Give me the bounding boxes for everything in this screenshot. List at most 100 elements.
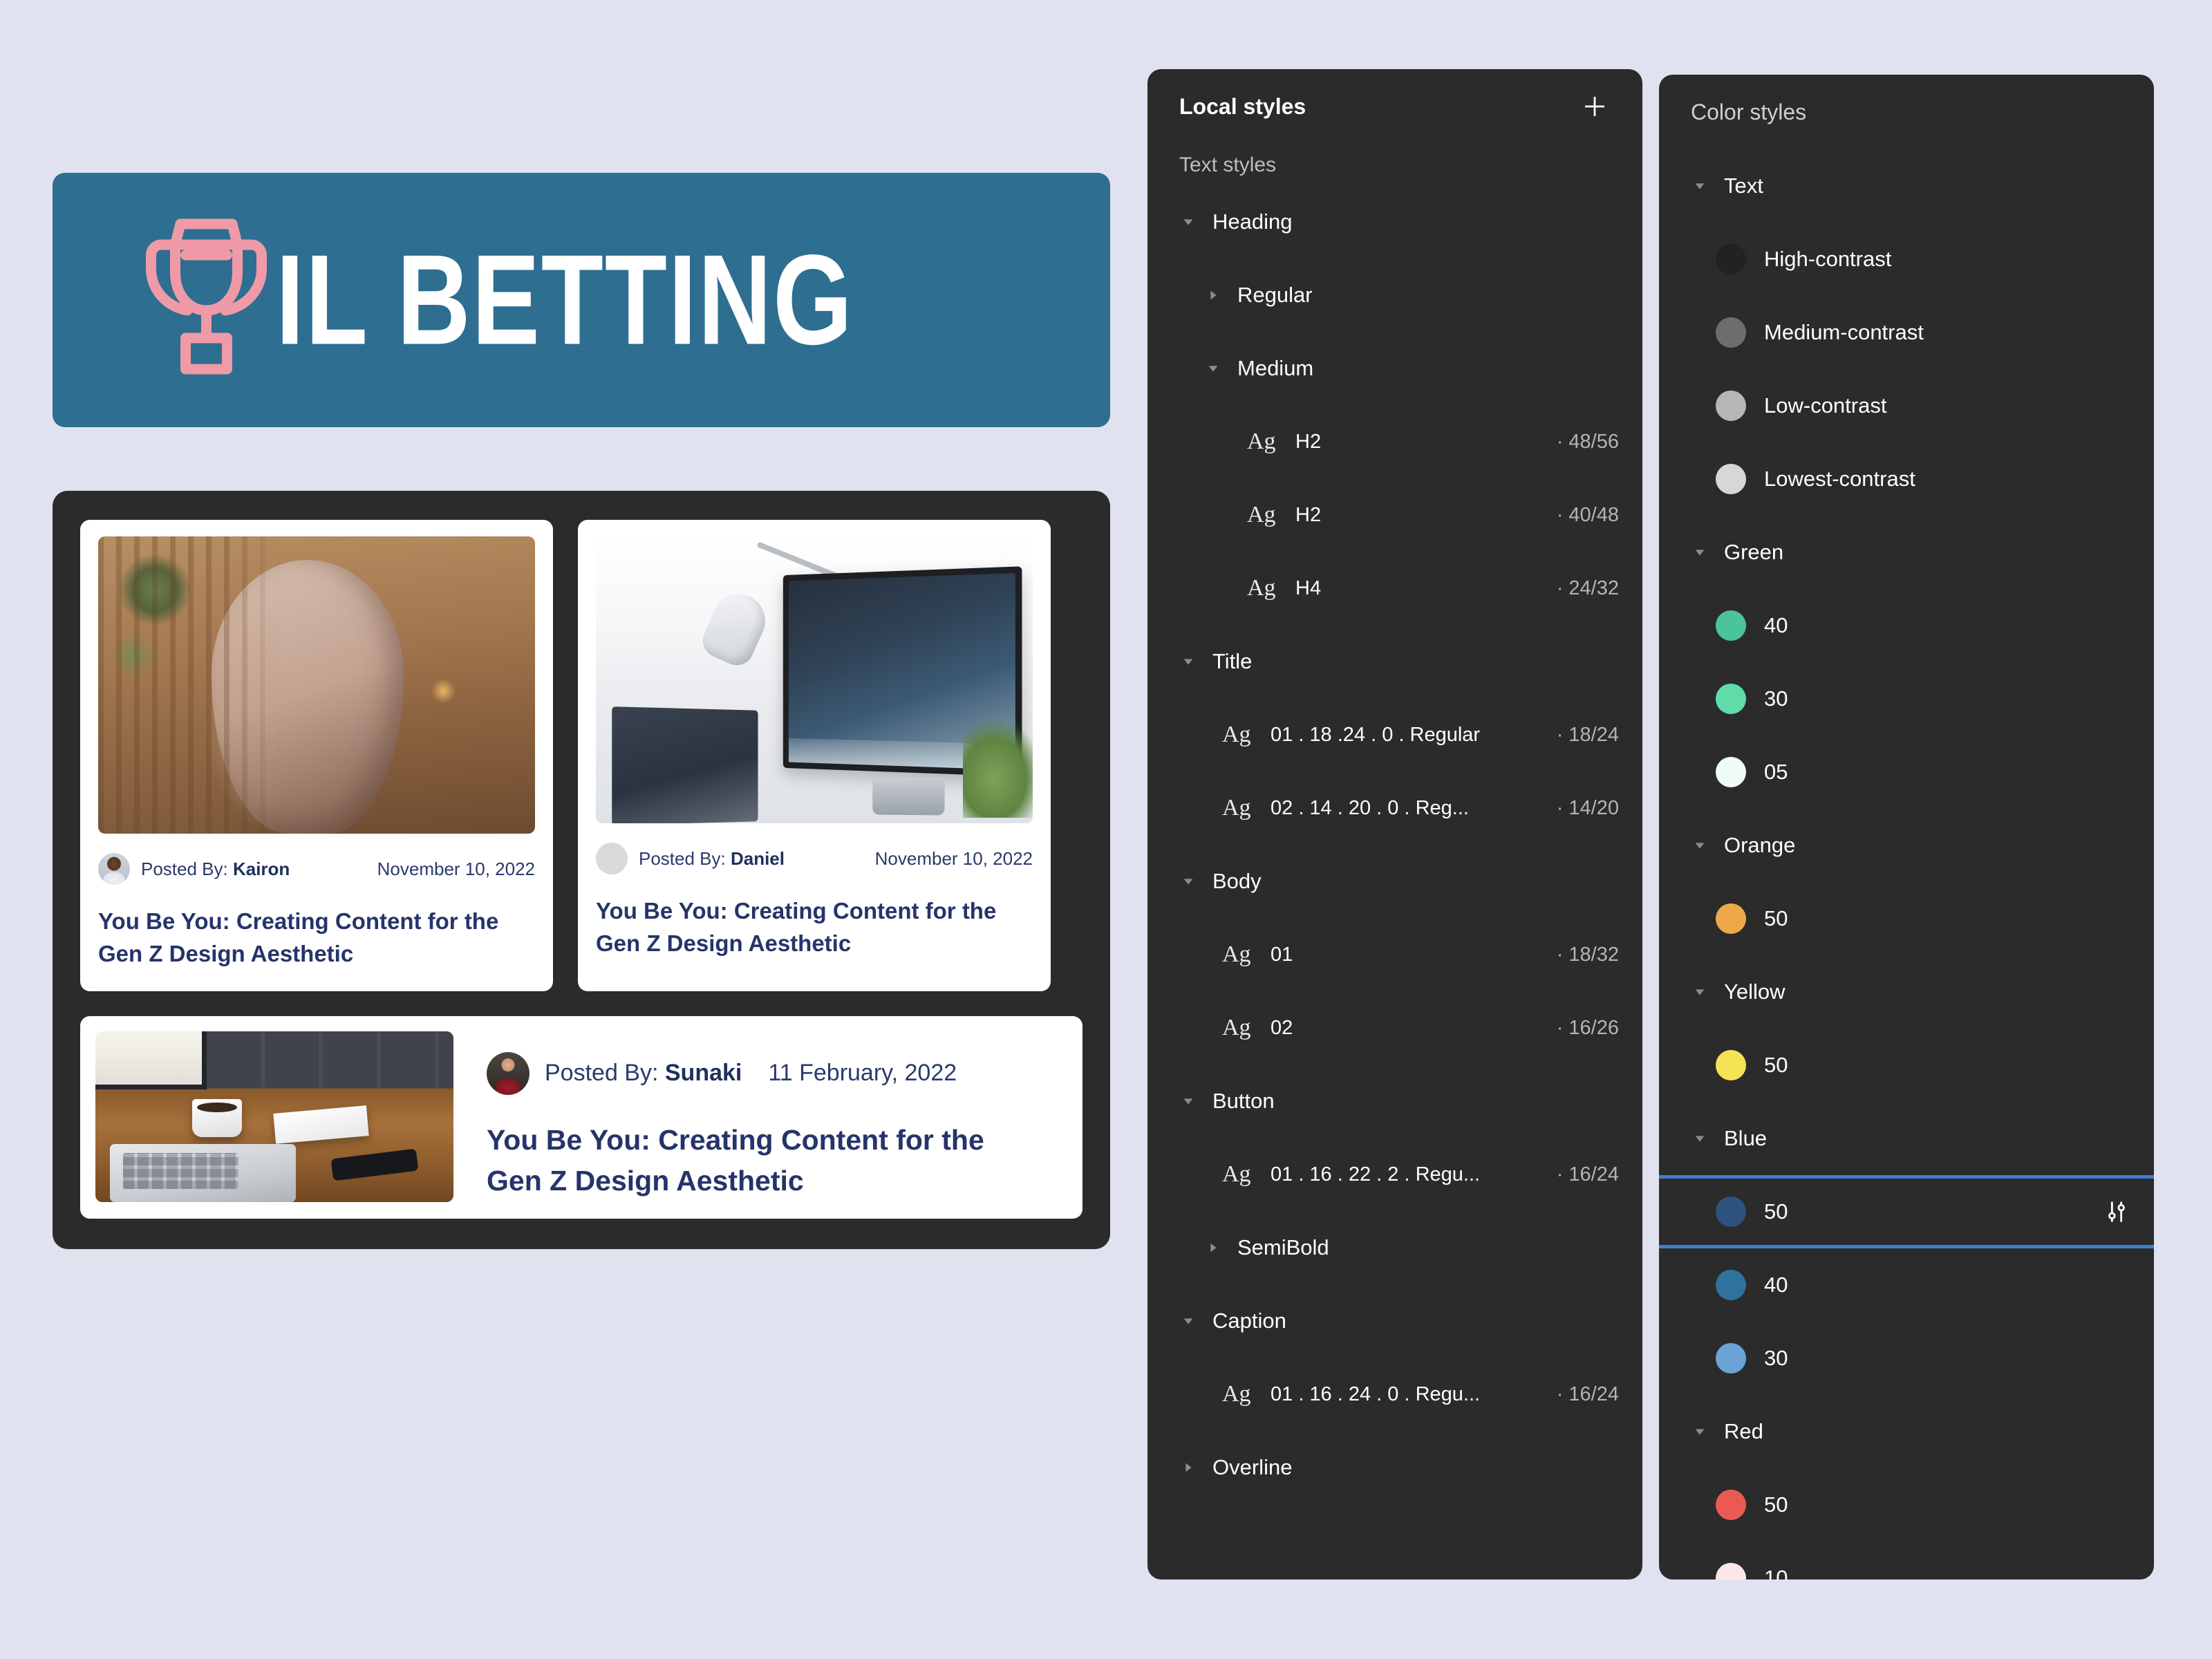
color-style-item[interactable]: 40 bbox=[1659, 589, 2154, 662]
text-style-size: · 40/48 bbox=[1556, 503, 1619, 526]
style-group-heading[interactable]: Heading bbox=[1147, 185, 1642, 259]
chevron-right-icon[interactable] bbox=[1204, 1239, 1222, 1257]
chevron-down-icon[interactable] bbox=[1179, 653, 1197, 671]
type-specimen: Ag bbox=[1247, 429, 1276, 454]
style-group-caption[interactable]: Caption bbox=[1147, 1284, 1642, 1358]
chevron-down-icon[interactable] bbox=[1691, 543, 1709, 561]
text-style-item[interactable]: Ag 02 . 14 . 20 . 0 . Reg... · 14/20 bbox=[1147, 771, 1642, 845]
blog-card-wide[interactable]: Posted By: Sunaki 11 February, 2022 You … bbox=[80, 1015, 1082, 1219]
color-style-label: 50 bbox=[1764, 1492, 1788, 1517]
blog-card[interactable]: Posted By: Daniel November 10, 2022 You … bbox=[578, 520, 1051, 991]
color-group-yellow[interactable]: Yellow bbox=[1659, 955, 2154, 1029]
style-group-title[interactable]: Title bbox=[1147, 625, 1642, 698]
style-group-semibold[interactable]: SemiBold bbox=[1147, 1211, 1642, 1284]
text-style-item[interactable]: Ag 02 · 16/26 bbox=[1147, 991, 1642, 1065]
color-style-item[interactable]: High-contrast bbox=[1659, 223, 2154, 296]
type-specimen: Ag bbox=[1247, 502, 1276, 527]
color-group-orange[interactable]: Orange bbox=[1659, 809, 2154, 882]
avatar bbox=[596, 843, 628, 874]
card-title[interactable]: You Be You: Creating Content for the Gen… bbox=[98, 906, 535, 971]
text-style-name: 02 bbox=[1271, 1016, 1293, 1039]
type-specimen: Ag bbox=[1222, 941, 1251, 967]
color-group-text[interactable]: Text bbox=[1659, 149, 2154, 223]
text-style-name: H2 bbox=[1295, 430, 1322, 453]
color-swatch bbox=[1716, 1490, 1746, 1520]
color-style-item[interactable]: 40 bbox=[1659, 1248, 2154, 1322]
card-meta-row: Posted By: Sunaki 11 February, 2022 bbox=[487, 1051, 1066, 1095]
chevron-down-icon[interactable] bbox=[1691, 983, 1709, 1001]
color-style-label: 40 bbox=[1764, 613, 1788, 637]
color-style-item[interactable]: 50 bbox=[1659, 882, 2154, 955]
blog-cards-frame: Posted By: Kairon November 10, 2022 You … bbox=[53, 491, 1110, 1249]
plus-icon[interactable] bbox=[1579, 91, 1611, 122]
chevron-down-icon[interactable] bbox=[1204, 359, 1222, 377]
color-swatch bbox=[1716, 610, 1746, 641]
chevron-down-icon[interactable] bbox=[1691, 1423, 1709, 1441]
tune-sliders-icon[interactable] bbox=[2103, 1198, 2130, 1226]
chevron-down-icon[interactable] bbox=[1179, 872, 1197, 890]
color-style-item[interactable]: Lowest-contrast bbox=[1659, 442, 2154, 516]
style-group-regular[interactable]: Regular bbox=[1147, 259, 1642, 332]
color-group-label: Blue bbox=[1724, 1126, 1768, 1150]
logo-wordmark: IL BETTING bbox=[276, 228, 854, 372]
color-style-item[interactable]: 50 bbox=[1659, 1029, 2154, 1102]
style-group-medium[interactable]: Medium bbox=[1147, 332, 1642, 405]
style-group-label: SemiBold bbox=[1237, 1235, 1329, 1259]
author-name: Kairon bbox=[232, 858, 290, 879]
chevron-down-icon[interactable] bbox=[1691, 1130, 1709, 1147]
text-style-item[interactable]: Ag H2 · 48/56 bbox=[1147, 405, 1642, 478]
color-group-green[interactable]: Green bbox=[1659, 516, 2154, 589]
color-style-item[interactable]: 50 bbox=[1659, 1468, 2154, 1541]
chevron-down-icon[interactable] bbox=[1179, 1092, 1197, 1110]
chevron-down-icon[interactable] bbox=[1179, 1312, 1197, 1330]
color-group-label: Yellow bbox=[1724, 980, 1785, 1004]
color-group-blue[interactable]: Blue bbox=[1659, 1102, 2154, 1175]
chevron-right-icon[interactable] bbox=[1179, 1459, 1197, 1477]
photo-woman-hijab-icon bbox=[98, 536, 535, 834]
color-style-item[interactable]: 05 bbox=[1659, 735, 2154, 809]
text-styles-tree: Heading Regular Medium Ag H2 · 48/56 Ag H2 · 40/… bbox=[1147, 185, 1642, 1504]
card-thumbnail bbox=[596, 536, 1033, 823]
text-style-item[interactable]: Ag H4 · 24/32 bbox=[1147, 552, 1642, 625]
posted-by-label: Posted By: bbox=[141, 858, 228, 879]
type-specimen: Ag bbox=[1222, 1015, 1251, 1040]
style-group-overline[interactable]: Overline bbox=[1147, 1431, 1642, 1504]
text-style-item[interactable]: Ag 01 . 16 . 22 . 2 . Regu... · 16/24 bbox=[1147, 1138, 1642, 1211]
style-group-button[interactable]: Button bbox=[1147, 1065, 1642, 1138]
card-title[interactable]: You Be You: Creating Content for the Gen… bbox=[596, 895, 1033, 960]
type-specimen: Ag bbox=[1247, 575, 1276, 601]
color-style-label: 50 bbox=[1764, 1053, 1788, 1077]
color-style-item[interactable]: 30 bbox=[1659, 662, 2154, 735]
text-style-size: · 18/32 bbox=[1556, 943, 1619, 966]
chevron-down-icon[interactable] bbox=[1691, 836, 1709, 854]
color-styles-header: Color styles bbox=[1659, 75, 2154, 149]
card-title[interactable]: You Be You: Creating Content for the Gen… bbox=[487, 1120, 1047, 1202]
text-style-item[interactable]: Ag 01 . 16 . 24 . 0 . Regu... · 16/24 bbox=[1147, 1358, 1642, 1431]
color-group-red[interactable]: Red bbox=[1659, 1395, 2154, 1468]
color-style-item[interactable]: Medium-contrast bbox=[1659, 296, 2154, 369]
design-preview-column: IL BETTING Posted By: Kairon November 10… bbox=[53, 173, 1110, 1249]
text-style-size: · 14/20 bbox=[1556, 796, 1619, 819]
text-style-item[interactable]: Ag H2 · 40/48 bbox=[1147, 478, 1642, 552]
blog-card[interactable]: Posted By: Kairon November 10, 2022 You … bbox=[80, 520, 553, 991]
chevron-right-icon[interactable] bbox=[1204, 286, 1222, 304]
text-style-item[interactable]: Ag 01 · 18/32 bbox=[1147, 918, 1642, 991]
color-styles-tree: Text High-contrast Medium-contrast Low-cont… bbox=[1659, 149, 2154, 1580]
chevron-down-icon[interactable] bbox=[1179, 213, 1197, 231]
color-style-item-selected[interactable]: 50 bbox=[1659, 1175, 2154, 1248]
trophy-icon bbox=[146, 218, 267, 375]
photo-desk-coffee-icon bbox=[95, 1031, 453, 1202]
style-group-label: Caption bbox=[1212, 1309, 1286, 1333]
panel-title: Local styles bbox=[1179, 93, 1306, 119]
author-name: Sunaki bbox=[664, 1060, 742, 1087]
style-group-body[interactable]: Body bbox=[1147, 845, 1642, 918]
color-style-item[interactable]: 10 bbox=[1659, 1541, 2154, 1580]
text-style-item[interactable]: Ag 01 . 18 .24 . 0 . Regular · 18/24 bbox=[1147, 698, 1642, 771]
color-style-label: 50 bbox=[1764, 906, 1788, 930]
style-group-label: Body bbox=[1212, 869, 1262, 893]
text-style-name: H2 bbox=[1295, 503, 1322, 526]
chevron-down-icon[interactable] bbox=[1691, 177, 1709, 195]
type-specimen: Ag bbox=[1222, 795, 1251, 821]
color-style-item[interactable]: Low-contrast bbox=[1659, 369, 2154, 442]
color-style-item[interactable]: 30 bbox=[1659, 1322, 2154, 1395]
